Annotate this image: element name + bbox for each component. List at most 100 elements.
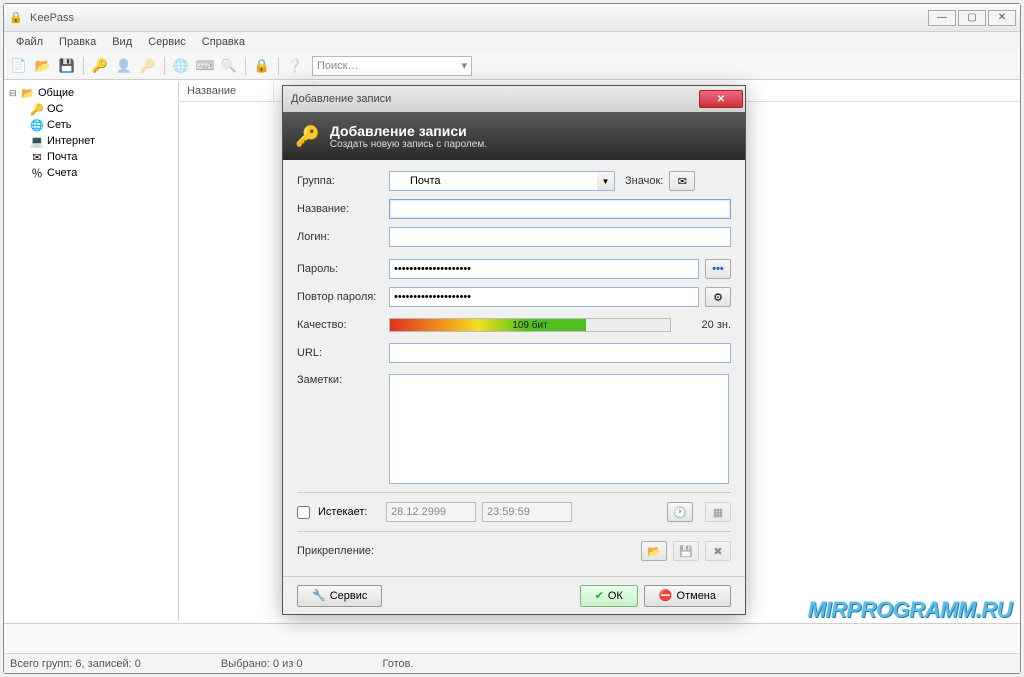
url-icon: 🌐 (170, 55, 192, 77)
attach-save-button[interactable]: 💾 (673, 541, 699, 561)
percent-icon: ％ (29, 165, 45, 181)
repeat-password-field[interactable] (389, 287, 699, 307)
check-icon: ✔ (595, 589, 604, 602)
show-password-button[interactable]: ••• (705, 259, 731, 279)
cancel-label: Отмена (677, 590, 716, 602)
title-field[interactable] (389, 199, 731, 219)
toolbar-sep3 (245, 57, 246, 75)
expire-extra-button[interactable]: ▦ (705, 502, 731, 522)
statusbar: Всего групп: 6, записей: 0 Выбрано: 0 из… (4, 653, 1020, 673)
attach-open-button[interactable]: 📂 (641, 541, 667, 561)
dialog-window-title: Добавление записи (291, 93, 699, 105)
group-field[interactable] (389, 171, 597, 191)
divider2 (297, 531, 731, 532)
label-password: Пароль: (297, 263, 389, 275)
new-db-icon[interactable]: 📄 (8, 55, 30, 77)
tree-root[interactable]: ⊟ 📂 Общие (7, 85, 175, 101)
generate-password-button[interactable]: ⚙ (705, 287, 731, 307)
expire-time-field[interactable] (482, 502, 572, 522)
open-db-icon[interactable]: 📂 (32, 55, 54, 77)
menu-view[interactable]: Вид (106, 34, 138, 50)
key-large-icon: 🔑 (295, 124, 320, 149)
label-quality: Качество: (297, 319, 389, 331)
expires-checkbox[interactable] (297, 506, 310, 519)
add-entry-dialog: Добавление записи ✕ 🔑 Добавление записи … (282, 85, 746, 615)
copy-pass-icon: 🔑 (137, 55, 159, 77)
quality-bits: 109 бит (390, 319, 670, 331)
cancel-icon: ⛔ (659, 589, 673, 602)
menu-help[interactable]: Справка (196, 34, 251, 50)
status-selected: Выбрано: 0 из 0 (221, 658, 303, 670)
label-notes: Заметки: (297, 374, 389, 386)
tree-item-net[interactable]: 🌐Сеть (29, 117, 175, 133)
dialog-titlebar[interactable]: Добавление записи ✕ (283, 86, 745, 112)
monitor-icon: 💻 (29, 135, 45, 148)
maximize-button[interactable]: ▢ (958, 10, 986, 26)
toolbar-sep (83, 57, 84, 75)
globe-icon: 🌐 (29, 119, 45, 132)
find-icon: 🔍 (218, 55, 240, 77)
menu-file[interactable]: Файл (10, 34, 49, 50)
cancel-button[interactable]: ⛔ Отмена (644, 585, 731, 607)
dialog-body: Группа: ▼ Значок: ✉ Название: Логин: Пар… (283, 160, 745, 578)
password-field[interactable] (389, 259, 699, 279)
expire-date-field[interactable] (386, 502, 476, 522)
tools-button[interactable]: 🔧 Сервис (297, 585, 382, 607)
chevron-down-icon[interactable]: ▼ (597, 171, 615, 191)
label-expires: Истекает: (318, 506, 380, 518)
ok-button[interactable]: ✔ ОК (580, 585, 638, 607)
dialog-close-button[interactable]: ✕ (699, 90, 743, 108)
search-input[interactable]: Поиск… ▾ (312, 56, 472, 76)
dropdown-icon[interactable]: ▾ (461, 59, 467, 72)
tree-item-label: Счета (47, 167, 77, 179)
ok-label: ОК (608, 590, 623, 602)
url-field[interactable] (389, 343, 731, 363)
lock-icon[interactable]: 🔒 (251, 55, 273, 77)
menu-edit[interactable]: Правка (53, 34, 102, 50)
tree-item-os[interactable]: 🔑ОС (29, 101, 175, 117)
autotype-icon: ⌨ (194, 55, 216, 77)
add-entry-icon[interactable]: 🔑 (89, 55, 111, 77)
tree-item-label: ОС (47, 103, 64, 115)
quality-bar: 109 бит (389, 318, 671, 332)
tree-item-label: Интернет (47, 135, 95, 147)
label-login: Логин: (297, 231, 389, 243)
app-icon: 🔒 (8, 10, 24, 26)
dialog-footer: 🔧 Сервис ✔ ОК ⛔ Отмена (283, 576, 745, 614)
tree-item-accounts[interactable]: ％Счета (29, 165, 175, 181)
icon-picker-button[interactable]: ✉ (669, 171, 695, 191)
tree-item-label: Почта (47, 151, 78, 163)
label-icon: Значок: (625, 175, 663, 187)
expire-preset-button[interactable]: 🕐 (667, 502, 693, 522)
app-title: KeePass (30, 12, 926, 24)
menu-tools[interactable]: Сервис (142, 34, 192, 50)
tree-children: 🔑ОС 🌐Сеть 💻Интернет ✉Почта ％Счета (7, 101, 175, 181)
help-icon[interactable]: ❔ (284, 55, 306, 77)
label-title: Название: (297, 203, 389, 215)
label-group: Группа: (297, 175, 389, 187)
group-combo[interactable]: ▼ (389, 171, 615, 191)
tree-item-internet[interactable]: 💻Интернет (29, 133, 175, 149)
label-repeat: Повтор пароля: (297, 291, 389, 303)
quality-chars: 20 зн. (681, 319, 731, 331)
toolbar-sep4 (278, 57, 279, 75)
login-field[interactable] (389, 227, 731, 247)
dialog-header-subtitle: Создать новую запись с паролем. (330, 139, 487, 150)
save-db-icon[interactable]: 💾 (56, 55, 78, 77)
notes-field[interactable] (389, 374, 729, 484)
key-icon: 🔑 (29, 103, 45, 116)
minimize-button[interactable]: — (928, 10, 956, 26)
wrench-icon: 🔧 (312, 589, 326, 602)
col-title[interactable]: Название (179, 82, 274, 101)
tree-root-label: Общие (38, 87, 74, 99)
toolbar: 📄 📂 💾 🔑 👤 🔑 🌐 ⌨ 🔍 🔒 ❔ Поиск… ▾ (4, 52, 1020, 80)
detail-panel (4, 623, 1020, 653)
tree-item-mail[interactable]: ✉Почта (29, 149, 175, 165)
mail-icon: ✉ (29, 151, 45, 164)
divider (297, 492, 731, 493)
attach-delete-button[interactable]: ✖ (705, 541, 731, 561)
titlebar: 🔒 KeePass — ▢ ✕ (4, 4, 1020, 32)
search-placeholder: Поиск… (317, 60, 358, 72)
collapse-icon[interactable]: ⊟ (9, 88, 20, 99)
close-window-button[interactable]: ✕ (988, 10, 1016, 26)
